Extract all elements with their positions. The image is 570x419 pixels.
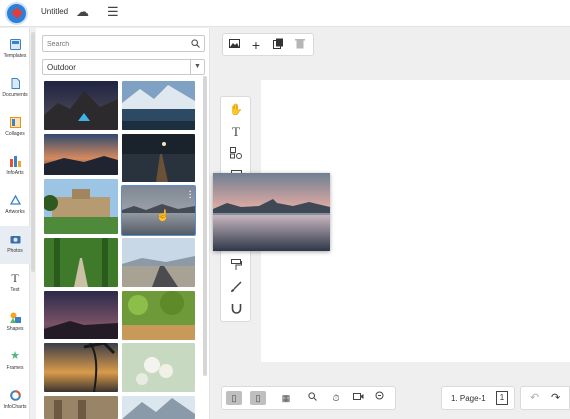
page-label: 1. Page-1 — [451, 394, 486, 403]
photo-thumb-misty-lake[interactable]: · · · ☝ — [121, 185, 196, 236]
timer-icon[interactable]: ⏱ — [328, 391, 344, 405]
left-rail: Templates Documents Collages InfoArts Ar… — [0, 28, 30, 419]
undo-redo-group: ↶ ↷ — [520, 386, 570, 410]
duplicate-icon[interactable] — [271, 38, 285, 52]
rail-item-text[interactable]: T Text — [0, 265, 30, 303]
hand-cursor-icon: ☝ — [156, 210, 170, 222]
layout-toggle-icon[interactable]: ▯ — [250, 391, 266, 405]
rail-label: Templates — [3, 53, 27, 59]
documents-icon — [10, 78, 21, 89]
rail-item-infocharts[interactable]: InfoCharts — [0, 382, 30, 419]
panel-toggle-icon[interactable]: ▯ — [226, 391, 242, 405]
photo-thumb-sunset-hills[interactable] — [44, 134, 118, 175]
magnet-icon[interactable] — [229, 303, 243, 317]
artworks-icon — [9, 194, 21, 206]
infoarts-icon — [9, 156, 21, 167]
rail-label: InfoArts — [6, 170, 24, 176]
rail-label: Artworks — [5, 209, 25, 215]
chevron-down-icon: ▼ — [190, 60, 204, 74]
brush-icon[interactable] — [229, 281, 243, 295]
plus-icon[interactable]: + — [249, 38, 263, 52]
grid-icon[interactable]: ▦ — [278, 391, 294, 405]
rail-label: InfoCharts — [3, 404, 27, 410]
cloud-sync-icon[interactable]: ☁ — [76, 5, 89, 18]
photo-thumb-lake-mountains[interactable] — [122, 81, 195, 130]
text-icon: T — [11, 271, 19, 285]
rail-label: Photos — [7, 248, 23, 254]
search-icon[interactable] — [191, 39, 200, 50]
rail-item-documents[interactable]: Documents — [0, 70, 30, 108]
rail-item-frames[interactable]: ★ Frames — [0, 343, 30, 381]
photo-thumb-blossom[interactable] — [122, 343, 195, 392]
rail-label: Frames — [6, 365, 24, 371]
undo-icon[interactable]: ↶ — [530, 392, 539, 404]
shapes-icon — [9, 312, 21, 323]
rail-label: Collages — [5, 131, 25, 137]
category-dropdown[interactable]: Outdoor ▼ — [42, 59, 205, 75]
search-box — [42, 35, 205, 52]
paint-roller-icon[interactable] — [229, 259, 243, 273]
zoom-fit-icon[interactable] — [372, 391, 388, 405]
trash-icon[interactable] — [293, 38, 307, 52]
bottom-toolbar: ▯ ▯ ▦ ⏱ — [221, 386, 396, 410]
photo-thumb-garden-castle[interactable] — [44, 179, 118, 234]
rail-scrollbar[interactable] — [31, 32, 35, 272]
panel-scrollbar[interactable] — [203, 76, 207, 376]
document-title[interactable]: Untitled — [41, 7, 68, 16]
rail-item-templates[interactable]: Templates — [0, 31, 30, 69]
rail-item-collages[interactable]: Collages — [0, 109, 30, 147]
rail-item-infoarts[interactable]: InfoArts — [0, 148, 30, 186]
page-count-badge[interactable]: 1 — [496, 391, 508, 405]
photo-thumb-snow-peaks[interactable] — [122, 396, 195, 419]
top-bar: Untitled ☁ ☰ — [0, 0, 570, 27]
rail-label: Documents — [2, 92, 28, 98]
video-icon[interactable] — [350, 391, 366, 405]
photo-thumb-desert-dusk[interactable] — [44, 291, 118, 339]
dragged-photo-preview[interactable] — [213, 173, 330, 251]
photo-thumb-mountain-tent[interactable] — [44, 81, 118, 130]
zoom-icon[interactable] — [304, 391, 320, 405]
top-toolbar: + — [222, 33, 314, 56]
image-icon[interactable] — [227, 38, 241, 52]
photo-thumb-tree-alley[interactable] — [44, 238, 118, 287]
rail-label: Text — [10, 287, 20, 293]
page-navigator[interactable]: 1. Page-1 1 — [441, 386, 515, 410]
collages-icon — [9, 117, 21, 128]
text-tool-icon[interactable]: T — [229, 125, 243, 139]
frames-icon: ★ — [10, 350, 20, 362]
more-options-icon[interactable]: · · · — [189, 188, 192, 202]
rail-item-photos[interactable]: Photos — [0, 226, 30, 264]
photo-thumb-road-hills[interactable] — [122, 238, 195, 287]
redo-icon[interactable]: ↷ — [551, 392, 560, 404]
photo-thumb-palm-sunset[interactable] — [44, 343, 118, 392]
templates-icon — [9, 39, 21, 50]
search-input[interactable] — [47, 38, 187, 50]
rail-item-shapes[interactable]: Shapes — [0, 304, 30, 342]
infocharts-icon — [9, 390, 21, 401]
photo-thumb-pier-night[interactable] — [122, 134, 195, 182]
shapes-tool-icon[interactable] — [229, 147, 243, 161]
hand-tool-icon[interactable]: ✋ — [229, 103, 243, 117]
photos-icon — [10, 234, 21, 245]
photo-thumb-green-leaves[interactable] — [122, 291, 195, 340]
rail-label: Shapes — [6, 326, 24, 332]
rail-item-artworks[interactable]: Artworks — [0, 187, 30, 225]
hamburger-menu-icon[interactable]: ☰ — [107, 5, 119, 18]
photo-thumb-building[interactable] — [44, 396, 118, 419]
app-logo[interactable] — [5, 2, 28, 25]
category-value: Outdoor — [47, 63, 76, 72]
